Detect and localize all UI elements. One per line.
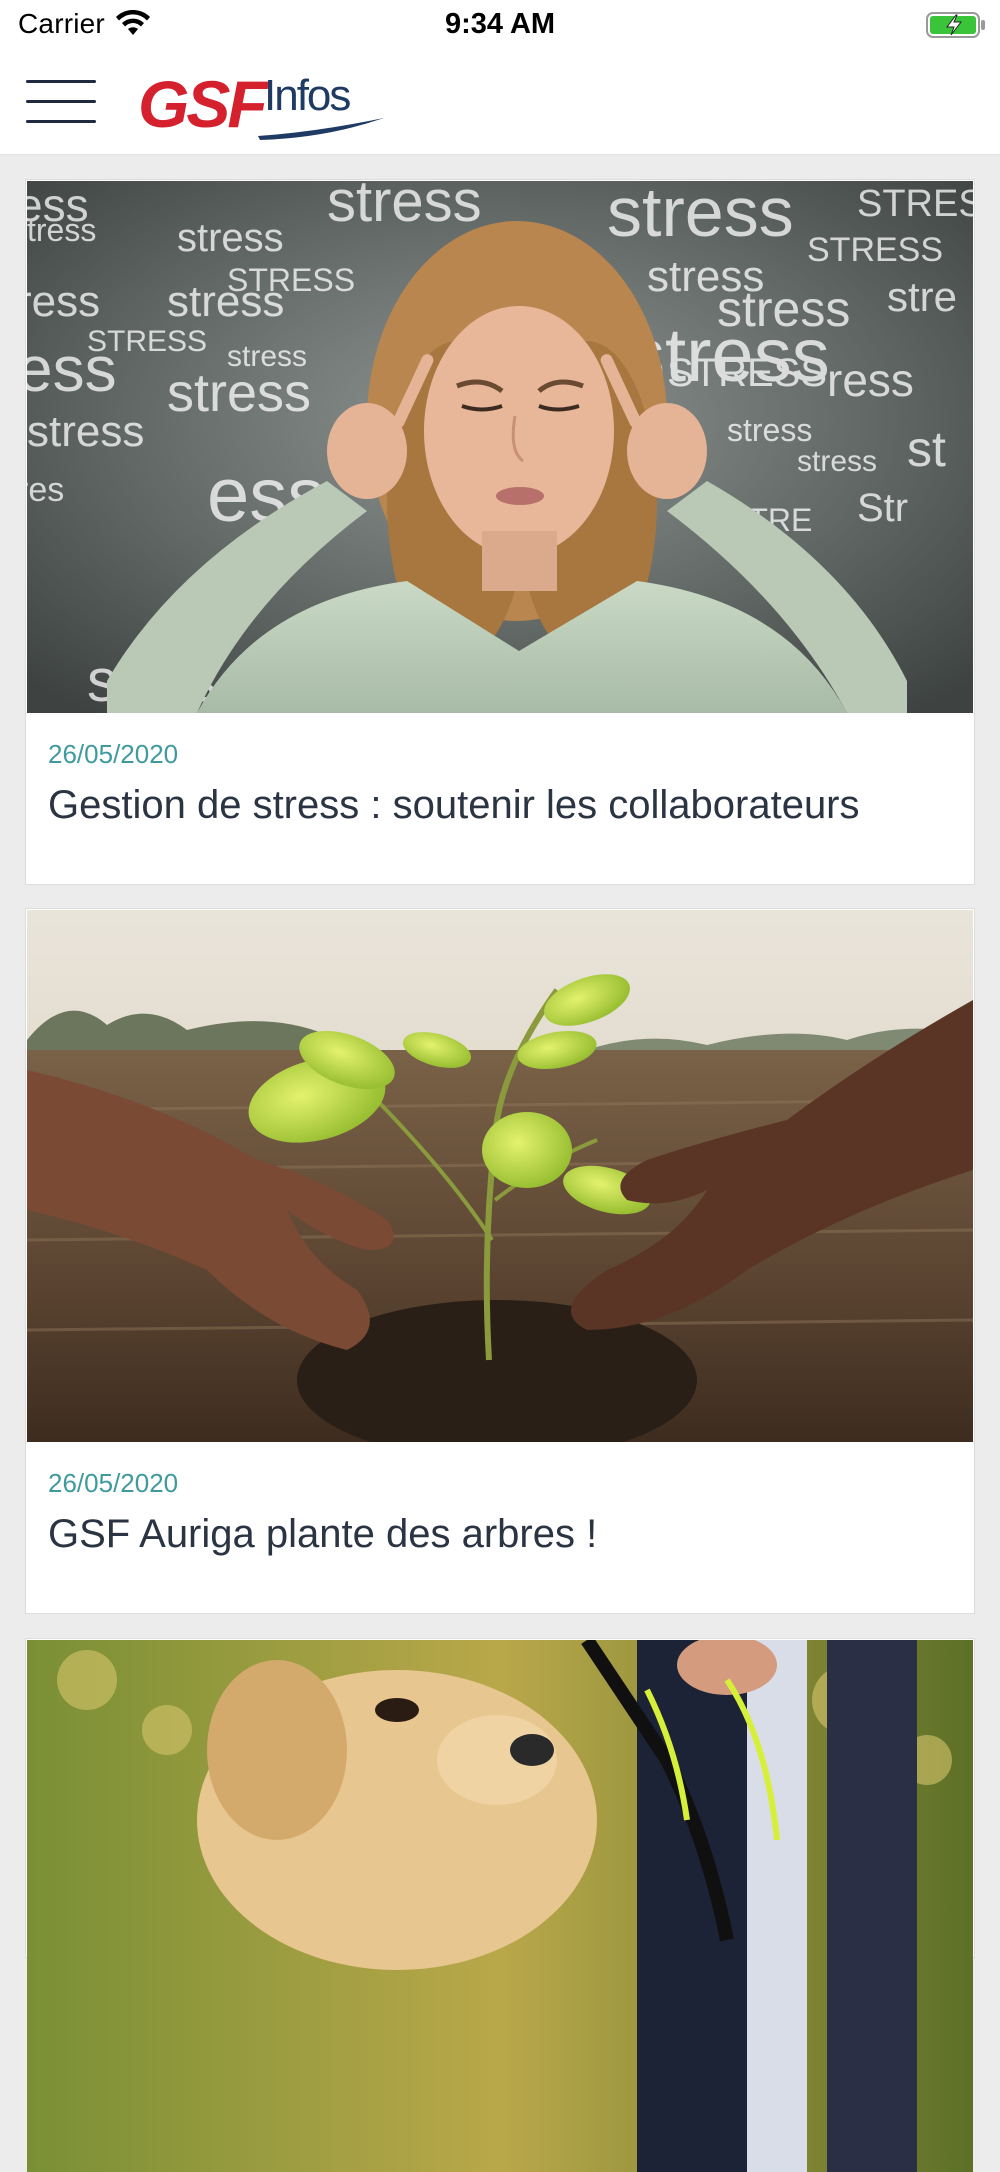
svg-text:STRESS: STRESS [857,183,973,225]
article-card[interactable] [25,1638,975,2172]
status-bar: Carrier 9:34 AM [0,0,1000,50]
svg-text:stress: stress [327,181,482,234]
svg-text:stress: stress [227,340,307,373]
menu-line [26,80,96,83]
svg-text:stress: stress [797,445,877,478]
article-meta: 26/05/2020 Gestion de stress : soutenir … [26,713,974,829]
menu-line [26,120,96,123]
article-date: 26/05/2020 [48,739,179,769]
woman-stressed-photo: ess stress stress STRESS tress stress ST… [27,181,973,713]
svg-text:stress: stress [177,216,284,260]
svg-text:stress: stress [167,277,284,326]
svg-text:stress: stress [27,407,144,456]
gsf-infos-logo[interactable]: GSF Infos [136,66,386,141]
app-header: GSF Infos [0,50,1000,155]
battery-charging-icon [926,12,985,38]
svg-text:stre: stre [887,273,957,320]
article-title[interactable]: GSF Auriga plante des arbres ! [48,1510,952,1558]
dog-on-leash-photo [27,1640,973,2172]
svg-text:stress: stress [607,181,794,251]
status-time: 9:34 AM [444,8,556,40]
svg-text:ress: ress [27,277,100,326]
article-meta: 26/05/2020 GSF Auriga plante des arbres … [26,1442,974,1558]
svg-text:STRESS: STRESS [667,351,827,395]
svg-text:STRESS: STRESS [807,231,943,269]
svg-text:ress: ress [827,354,914,406]
svg-text:stress: stress [727,412,812,448]
article-date: 26/05/2020 [48,1468,179,1498]
svg-text:st: st [907,421,946,477]
article-card[interactable]: ess stress stress STRESS tress stress ST… [25,179,975,885]
menu-line [26,100,96,103]
article-title[interactable]: Gestion de stress : soutenir les collabo… [48,781,952,829]
article-card[interactable]: 26/05/2020 GSF Auriga plante des arbres … [25,908,975,1614]
logo-brand-text: GSF [138,67,268,141]
logo-swoosh-icon [258,118,384,140]
hamburger-menu-icon[interactable] [26,78,96,126]
hands-planting-seedling-photo [27,910,973,1442]
svg-text:ess: ess [27,333,117,405]
svg-text:res: res [27,471,64,509]
svg-text:Str: Str [857,486,908,530]
svg-text:tress: tress [27,212,96,248]
